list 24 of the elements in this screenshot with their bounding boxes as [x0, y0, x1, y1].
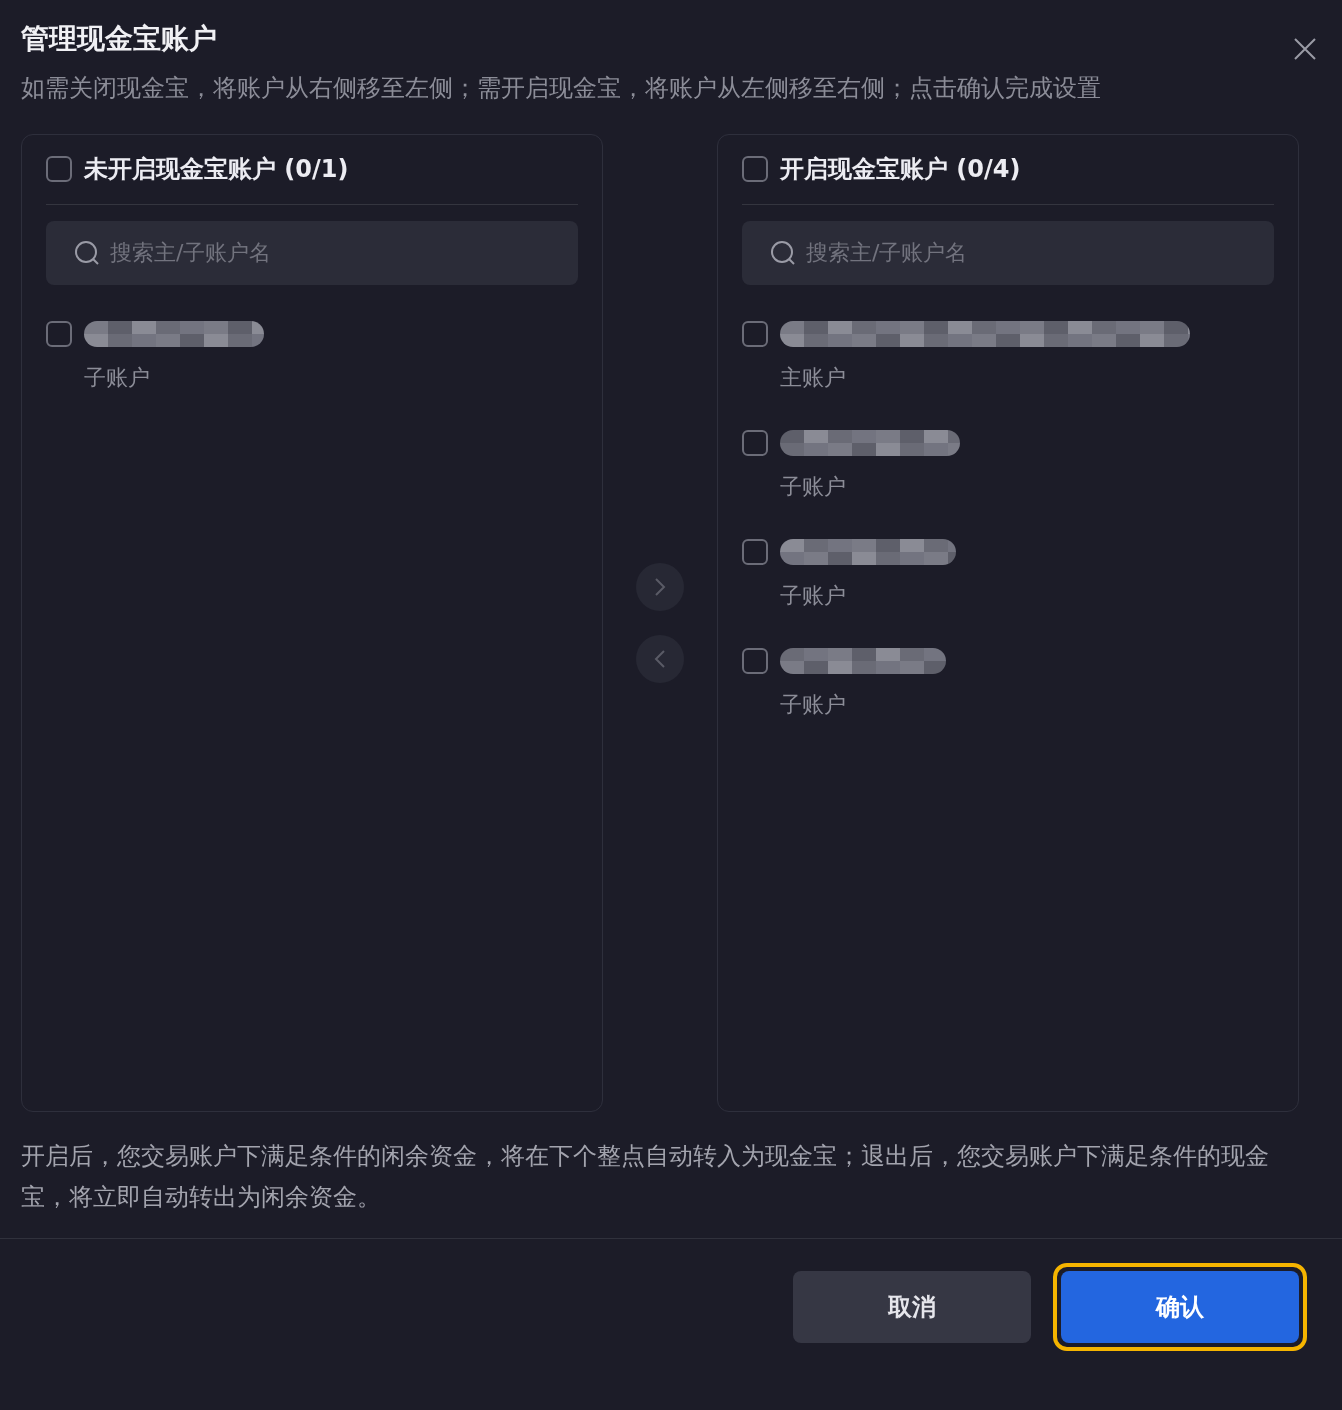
checkbox[interactable] — [742, 429, 768, 456]
instruction-text: 如需关闭现金宝，将账户从右侧移至左侧；需开启现金宝，将账户从左侧移至右侧；点击确认完成设置 — [21, 72, 1101, 104]
panel-title: 开启现金宝账户 (0/4) — [780, 154, 1021, 186]
confirm-button[interactable]: 确认 — [1061, 1270, 1299, 1343]
search-field[interactable]: 搜索主/子账户名 — [742, 220, 1274, 285]
checkbox[interactable] — [742, 320, 768, 347]
checkbox[interactable] — [46, 320, 72, 347]
select-all-checkbox[interactable] — [742, 156, 768, 183]
account-type-label: 子账户 — [780, 690, 847, 719]
account-type-label: 子账户 — [780, 581, 847, 610]
search-field[interactable]: 搜索主/子账户名 — [46, 220, 578, 285]
dialog-title: 管理现金宝账户 — [21, 22, 218, 56]
checkbox[interactable] — [742, 647, 768, 674]
chevron-right-icon — [653, 575, 667, 598]
account-type-label: 主账户 — [780, 363, 847, 392]
close-icon[interactable] — [1293, 36, 1317, 60]
cancel-button[interactable]: 取消 — [793, 1270, 1031, 1343]
select-all-checkbox[interactable] — [46, 156, 72, 183]
note-text: 开启后，您交易账户下满足条件的闲余资金，将在下个整点自动转入为现金宝；退出后，您交易账户下满足条件的现金宝，将立即自动转出为闲余资金。 — [21, 1140, 1270, 1213]
account-type-label: 子账户 — [780, 472, 847, 501]
account-type-label: 子账户 — [84, 363, 151, 392]
chevron-left-icon — [653, 647, 667, 670]
checkbox[interactable] — [742, 538, 768, 565]
panel-title: 未开启现金宝账户 (0/1) — [84, 154, 349, 186]
